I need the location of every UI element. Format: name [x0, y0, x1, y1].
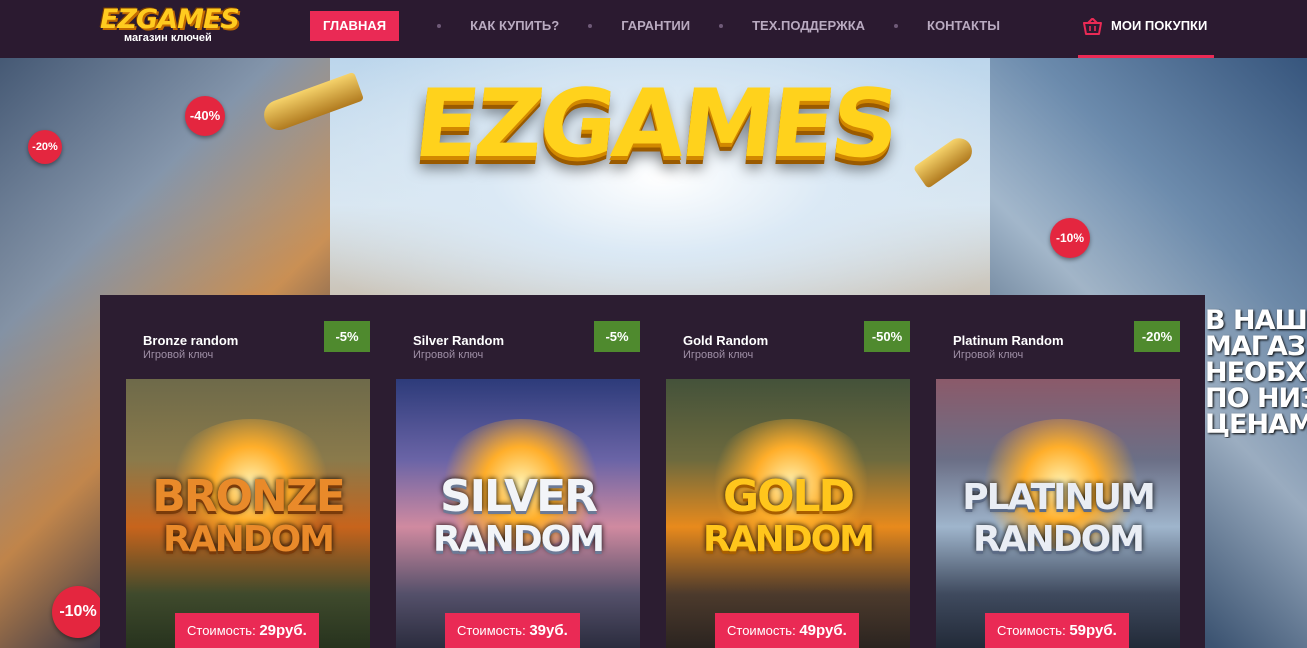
image-caption-line1: BRONZE	[152, 471, 346, 522]
discount-sticker: -40%	[185, 96, 225, 136]
price-value: 39уб.	[529, 622, 568, 639]
image-caption-line1: GOLD	[722, 471, 855, 522]
product-subtitle: Игровой ключ	[413, 349, 484, 361]
product-title[interactable]: Silver Random	[413, 333, 504, 348]
product-card-gold[interactable]: Gold Random Игровой ключ -50% GOLD RANDO…	[666, 295, 910, 648]
image-caption-line2: RANDOM	[972, 519, 1145, 560]
nav-item-support[interactable]: ТЕХ.ПОДДЕРЖКА	[752, 11, 865, 41]
product-image[interactable]: SILVER RANDOM	[396, 379, 640, 648]
nav-separator	[719, 24, 724, 28]
main-nav: ГЛАВНАЯ КАК КУПИТЬ? ГАРАНТИИ ТЕХ.ПОДДЕРЖ…	[310, 11, 1000, 41]
image-caption-line1: PLATINUM	[962, 477, 1156, 518]
price-button[interactable]: Стоимость: 59руб.	[985, 613, 1129, 648]
price-label: Стоимость:	[187, 623, 256, 638]
logo-tagline: магазин ключей	[124, 32, 212, 44]
nav-separator	[437, 24, 442, 28]
product-card-platinum[interactable]: Platinum Random Игровой ключ -20% PLATIN…	[936, 295, 1180, 648]
hero-title: EZGAMES	[409, 70, 901, 179]
product-image[interactable]: PLATINUM RANDOM	[936, 379, 1180, 648]
nav-separator	[588, 24, 593, 28]
nav-item-how-to-buy[interactable]: КАК КУПИТЬ?	[470, 11, 559, 41]
product-subtitle: Игровой ключ	[143, 349, 214, 361]
product-card-silver[interactable]: Silver Random Игровой ключ -5% SILVER RA…	[396, 295, 640, 648]
product-card-bronze[interactable]: Bronze random Игровой ключ -5% BRONZE RA…	[126, 295, 370, 648]
discount-badge: -50%	[864, 321, 910, 352]
product-image[interactable]: GOLD RANDOM	[666, 379, 910, 648]
discount-badge: -5%	[324, 321, 370, 352]
nav-item-guarantees[interactable]: ГАРАНТИИ	[621, 11, 690, 41]
my-purchases-label: МОИ ПОКУПКИ	[1111, 18, 1208, 33]
image-caption-line1: SILVER	[439, 471, 598, 522]
discount-sticker: -10%	[52, 586, 104, 638]
nav-separator	[894, 24, 899, 28]
product-image[interactable]: BRONZE RANDOM	[126, 379, 370, 648]
product-title[interactable]: Platinum Random	[953, 333, 1064, 348]
price-value: 59руб.	[1069, 622, 1117, 639]
price-button[interactable]: Стоимость: 39уб.	[445, 613, 580, 648]
nav-item-contacts[interactable]: КОНТАКТЫ	[927, 11, 1000, 41]
discount-sticker: -20%	[28, 130, 62, 164]
products-panel: Bronze random Игровой ключ -5% BRONZE RA…	[100, 295, 1205, 648]
price-label: Стоимость:	[997, 623, 1066, 638]
product-subtitle: Игровой ключ	[683, 349, 754, 361]
my-purchases-button[interactable]: МОИ ПОКУПКИ	[1078, 0, 1214, 58]
image-caption-line2: RANDOM	[702, 519, 875, 560]
price-button[interactable]: Стоимость: 29руб.	[175, 613, 319, 648]
price-value: 49руб.	[799, 622, 847, 639]
price-label: Стоимость:	[727, 623, 796, 638]
promo-slogan: В НАШЕМ МАГАЗИНЕ НЕОБХОДИМЫЕ ПО НИЗКИМ Ц…	[1205, 308, 1307, 438]
discount-sticker: -10%	[1050, 218, 1090, 258]
discount-badge: -20%	[1134, 321, 1180, 352]
discount-badge: -5%	[594, 321, 640, 352]
price-button[interactable]: Стоимость: 49руб.	[715, 613, 859, 648]
logo-wordmark: EZGAMES	[100, 4, 240, 35]
product-title[interactable]: Bronze random	[143, 333, 238, 348]
product-subtitle: Игровой ключ	[953, 349, 1024, 361]
image-caption-line2: RANDOM	[162, 519, 335, 560]
active-underline	[1078, 55, 1214, 58]
promo-line: ЦЕНАМ	[1205, 409, 1307, 438]
top-header: EZGAMES магазин ключей ГЛАВНАЯ КАК КУПИТ…	[0, 0, 1307, 58]
basket-icon	[1083, 18, 1102, 35]
price-label: Стоимость:	[457, 623, 526, 638]
image-caption-line2: RANDOM	[432, 519, 605, 560]
nav-item-home[interactable]: ГЛАВНАЯ	[310, 11, 400, 41]
price-value: 29руб.	[259, 622, 307, 639]
site-logo[interactable]: EZGAMES магазин ключей	[100, 4, 240, 46]
product-title[interactable]: Gold Random	[683, 333, 768, 348]
